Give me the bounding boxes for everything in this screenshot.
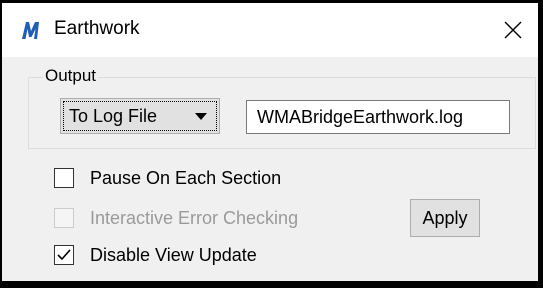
pause-on-each-section-checkbox[interactable] <box>54 168 74 188</box>
log-filename-input[interactable]: WMABridgeEarthwork.log <box>246 100 510 134</box>
disable-view-update-checkbox[interactable] <box>54 245 74 265</box>
interactive-error-checking-label: Interactive Error Checking <box>90 208 299 228</box>
output-destination-dropdown[interactable]: To Log File <box>60 98 220 134</box>
dropdown-arrow-icon <box>195 113 207 120</box>
output-group-label: Output <box>43 66 99 86</box>
close-button[interactable] <box>488 3 538 57</box>
microstation-m-icon <box>22 22 39 39</box>
interactive-error-checking-option: Interactive Error Checking <box>54 206 298 230</box>
pause-on-each-section-label: Pause On Each Section <box>90 168 282 188</box>
window-title: Earthwork <box>54 18 140 39</box>
disable-view-update-option[interactable]: Disable View Update <box>54 243 257 267</box>
output-destination-value: To Log File <box>69 106 158 126</box>
checkmark-icon <box>57 249 71 261</box>
title-bar[interactable]: Earthwork <box>2 3 538 57</box>
apply-button[interactable]: Apply <box>410 199 480 237</box>
pause-on-each-section-option[interactable]: Pause On Each Section <box>54 166 281 190</box>
interactive-error-checking-checkbox <box>54 208 74 228</box>
disable-view-update-label: Disable View Update <box>90 245 257 265</box>
close-icon <box>504 21 522 39</box>
earthwork-dialog: Earthwork Output To Log File WMABridgeEa… <box>2 3 538 281</box>
